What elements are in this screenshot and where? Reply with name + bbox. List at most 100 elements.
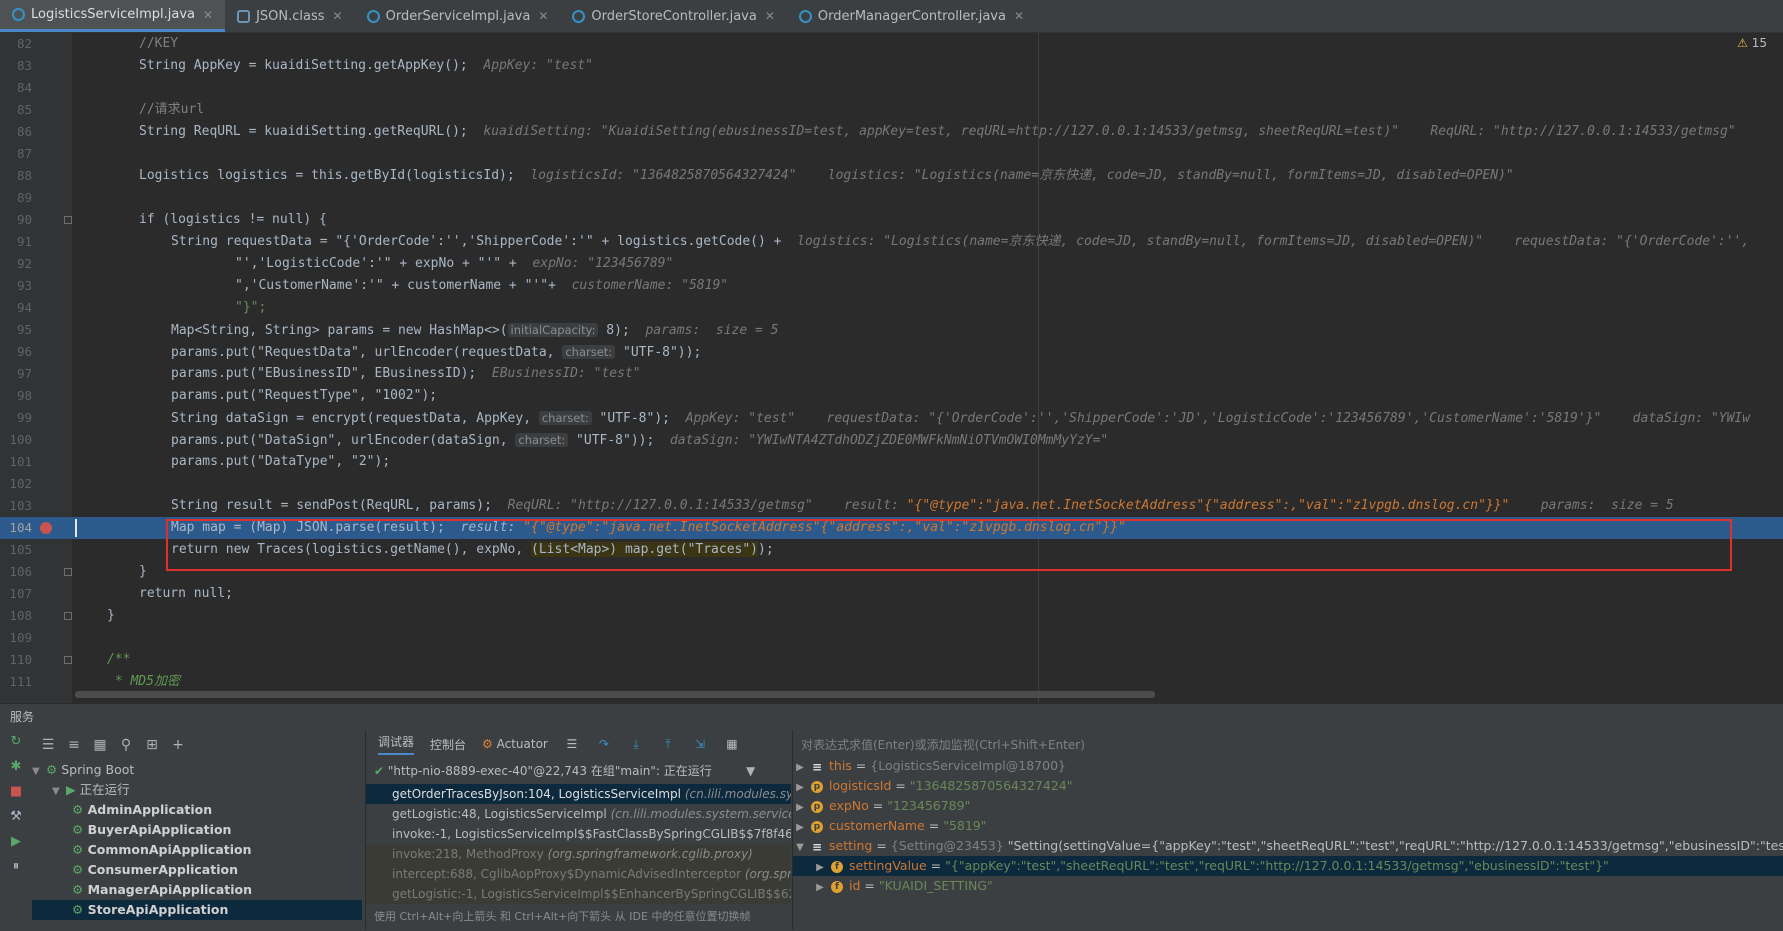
chevron-right-icon[interactable]: ▶ [793,758,807,778]
stack-frame[interactable]: getLogistic:-1, LogisticsServiceImpl$$En… [366,884,791,904]
code-text: String ReqURL = kuaidiSetting.getReqURL(… [139,121,1736,143]
code-line: 83 String AppKey = kuaidiSetting.getAppKe… [0,55,1783,77]
variable-row[interactable]: ▼ ≡ setting = {Setting@23453} "Setting(set… [793,836,1783,856]
rerun-icon[interactable]: ↻ [8,734,24,749]
variable-row[interactable]: ▶ f id = "KUAIDI_SETTING" [793,876,1783,896]
close-icon[interactable]: ✕ [538,9,548,23]
run-to-cursor-icon[interactable]: ⇲ [692,737,708,751]
variable-value: "1364825870564327424" [909,778,1073,793]
inline-debug-value: ReqURL: "http://127.0.0.1:14533/getmsg" … [507,498,907,513]
app-label: CommonApiApplication [87,842,252,857]
tab-order-service-impl[interactable]: OrderServiceImpl.java ✕ [355,0,561,32]
variable-row[interactable]: ▶ p logisticsId = "1364825870564327424" [793,776,1783,796]
resume-icon[interactable]: ▶ [8,834,24,849]
close-icon[interactable]: ✕ [1014,9,1024,23]
stack-frame[interactable]: getOrderTracesByJson:104, LogisticsServi… [366,784,791,804]
code-fragment: params.put("RequestData", urlEncoder(req… [171,345,563,360]
tab-order-store-controller[interactable]: OrderStoreController.java ✕ [560,0,787,32]
java-class-icon [12,8,25,21]
collapse-all-icon[interactable]: ≡ [66,737,82,753]
tab-debugger[interactable]: 调试器 [378,733,415,755]
code-line: 91 String requestData = "{'OrderCode':'',… [0,231,1783,253]
app-label: StoreApiApplication [87,902,229,917]
stack-frame[interactable]: invoke:218, MethodProxy (org.springframe… [366,844,791,864]
chevron-right-icon[interactable]: ▶ [813,858,827,878]
filter-icon[interactable]: ▼ [746,760,755,782]
line-number: 95 [16,322,32,337]
close-icon[interactable]: ✕ [765,9,775,23]
chevron-right-icon[interactable]: ▶ [793,798,807,818]
menu-icon[interactable]: ☰ [564,737,580,751]
chevron-right-icon[interactable]: ▶ [793,818,807,838]
fold-marker[interactable] [64,568,72,576]
chevron-down-icon[interactable]: ▼ [793,838,807,858]
expand-all-icon[interactable]: ☰ [40,737,56,753]
code-text: ",'CustomerName':'" + customerName + "'"… [235,275,728,297]
tab-json-class[interactable]: JSON.class ✕ [225,0,355,32]
parameter-hint: charset: [538,411,592,425]
line-number: 110 [9,652,32,667]
chevron-down-icon[interactable]: ▼ [32,762,46,782]
fold-marker[interactable] [64,656,72,664]
tab-label: OrderStoreController.java [591,8,757,24]
stack-frame[interactable]: invoke:-1, LogisticsServiceImpl$$FastCla… [366,824,791,844]
services-tree: ▼ ⚙ Spring Boot ▼ ▶ 正在运行 ⚙ AdminApplicatio… [32,760,362,920]
tab-logistics-service-impl[interactable]: LogisticsServiceImpl.java ✕ [0,0,226,32]
step-into-icon[interactable]: ⤓ [628,737,644,752]
tree-node-app[interactable]: ⚙ BuyerApiApplication [32,820,362,840]
filter-icon[interactable]: ⚲ [118,737,134,753]
layout-icon[interactable]: ⊞ [144,737,160,753]
variable-row[interactable]: ▶ p expNo = "123456789" [793,796,1783,816]
evaluate-icon[interactable]: ▦ [724,737,740,751]
inline-debug-value: logistics: "Logistics(name=京东快递, code=JD… [797,234,1750,249]
close-icon[interactable]: ✕ [203,8,213,22]
evaluate-expression-input[interactable]: 对表达式求值(Enter)或添加监视(Ctrl+Shift+Enter) [801,736,1085,753]
tab-order-manager-controller[interactable]: OrderManagerController.java ✕ [787,0,1036,32]
stack-frame[interactable]: getLogistic:48, LogisticsServiceImpl (cn… [366,804,791,824]
fold-marker[interactable] [64,612,72,620]
step-out-icon[interactable]: ⤒ [660,737,676,752]
frame-method: invoke:218, MethodProxy [392,847,544,861]
thread-selector[interactable]: ✔ "http-nio-8889-exec-40"@22,743 在组"main… [366,760,799,782]
chevron-right-icon[interactable]: ▶ [793,778,807,798]
tab-actuator[interactable]: ⚙ Actuator [482,737,548,751]
add-icon[interactable]: + [170,737,186,753]
code-fragment: Map<String, String> params = new HashMap… [171,323,508,338]
tree-node-app-selected[interactable]: ⚙ StoreApiApplication [32,900,362,920]
tab-console[interactable]: 控制台 [430,736,466,753]
tree-node-running[interactable]: ▼ ▶ 正在运行 [32,780,362,800]
variable-row-selected[interactable]: ▶ f settingValue = "{"appKey":"test","shee… [793,856,1783,876]
tree-node-spring-boot[interactable]: ▼ ⚙ Spring Boot [32,760,362,780]
code-editor[interactable]: ⚠ 15 82//KEY 83 String AppKey = kuaidiSet… [0,33,1783,703]
group-icon[interactable]: ▦ [92,737,108,753]
tree-node-app[interactable]: ⚙ AdminApplication [32,800,362,820]
horizontal-scrollbar[interactable] [75,691,1155,698]
code-line: 107 return null; [0,583,1783,605]
code-line: 85 //请求url [0,99,1783,121]
wrench-icon[interactable]: ⚒ [8,809,24,824]
code-text: return null; [139,586,233,601]
variable-row[interactable]: ▶ p customerName = "5819" [793,816,1783,836]
code-text: String result = sendPost(ReqURL, params)… [171,495,1674,517]
stack-frame[interactable]: intercept:688, CglibAopProxy$DynamicAdvi… [366,864,791,884]
fold-marker[interactable] [64,216,72,224]
code-fragment: Logistics logistics = this.getById(logis… [139,168,515,183]
variable-row[interactable]: ▶ ≡ this = {LogisticsServiceImpl@18700} [793,756,1783,776]
frame-package: (org.sprin [744,867,791,881]
line-number: 96 [16,344,32,359]
chevron-down-icon[interactable]: ▼ [52,782,66,802]
tree-node-app[interactable]: ⚙ ManagerApiApplication [32,880,362,900]
chevron-right-icon[interactable]: ▶ [813,878,827,898]
step-over-icon[interactable]: ↷ [596,737,612,751]
tree-node-app[interactable]: ⚙ CommonApiApplication [32,840,362,860]
pause-icon[interactable]: ⏸ [8,859,24,874]
frame-package: (org.springframework.cglib.proxy) [547,847,753,861]
close-icon[interactable]: ✕ [333,9,343,23]
breakpoint-icon[interactable] [40,522,52,534]
stop-icon[interactable]: ■ [8,784,24,799]
tab-label: JSON.class [256,8,325,24]
parameter-icon: p [811,820,823,833]
line-number: 83 [16,58,32,73]
tree-node-app[interactable]: ⚙ ConsumerApplication [32,860,362,880]
debug-icon[interactable]: ✱ [8,759,24,774]
